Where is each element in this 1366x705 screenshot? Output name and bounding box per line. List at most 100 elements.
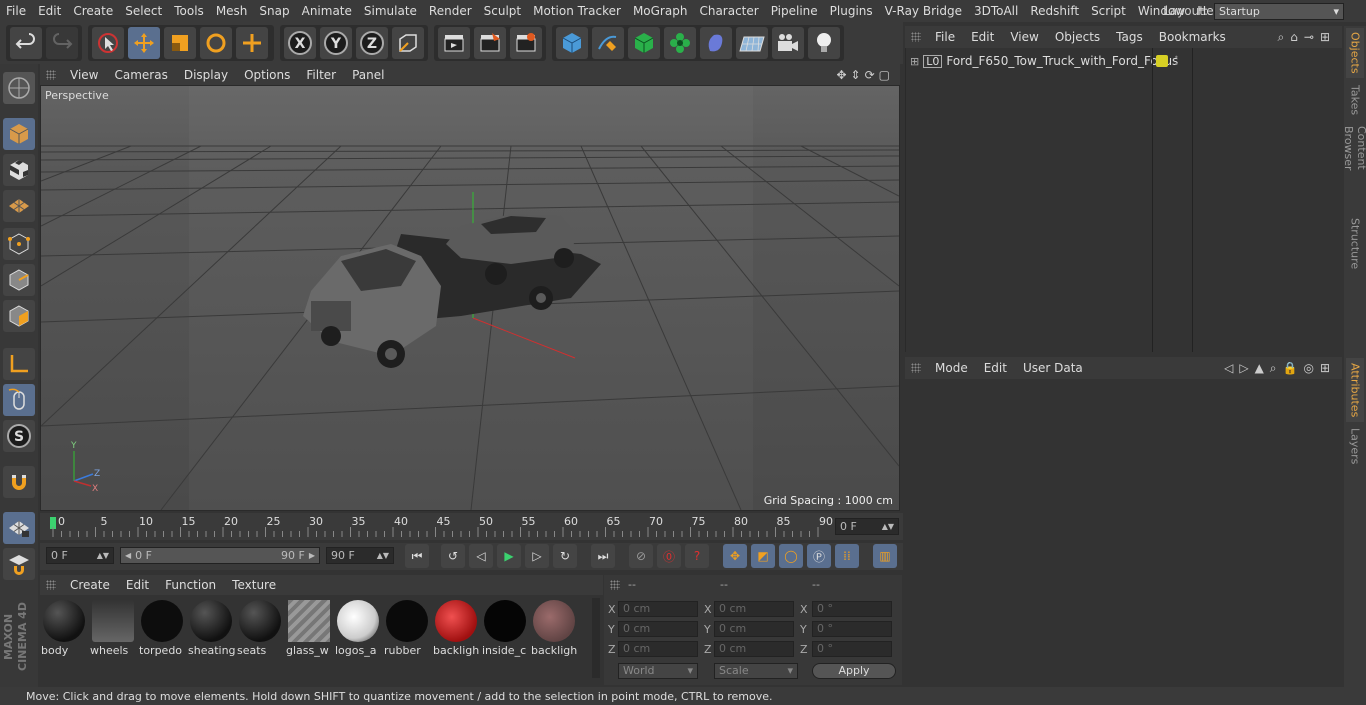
material-menu-edit[interactable]: Edit — [118, 578, 157, 592]
add-camera-button[interactable] — [772, 27, 804, 59]
tab-objects[interactable]: Objects — [1346, 28, 1364, 78]
add-spline-pen-button[interactable] — [592, 27, 624, 59]
menu-render[interactable]: Render — [423, 4, 478, 18]
visibility-dots-icon[interactable]: • • — [1174, 54, 1179, 69]
viewport-menu-cameras[interactable]: Cameras — [106, 68, 175, 82]
menu-select[interactable]: Select — [119, 4, 168, 18]
menu-animate[interactable]: Animate — [296, 4, 358, 18]
object-menu-tags[interactable]: Tags — [1108, 30, 1151, 44]
material-item[interactable]: inside_c — [481, 598, 528, 657]
rotation-p-field[interactable]: 0 ° — [812, 621, 892, 637]
viewport-camera-label[interactable]: Perspective — [45, 89, 109, 102]
expand-plus-icon[interactable]: ⊞ — [910, 55, 919, 68]
redo-button[interactable] — [46, 27, 78, 59]
key-parameter-button[interactable]: Ⓟ — [807, 544, 831, 568]
object-menu-bookmarks[interactable]: Bookmarks — [1151, 30, 1234, 44]
add-light-button[interactable] — [808, 27, 840, 59]
material-menu-texture[interactable]: Texture — [224, 578, 284, 592]
go-to-end-button[interactable]: ⏭ — [591, 544, 615, 568]
snap-button[interactable] — [3, 466, 35, 498]
menu-create[interactable]: Create — [67, 4, 119, 18]
tweak-mode-button[interactable] — [3, 384, 35, 416]
viewport-menu-filter[interactable]: Filter — [298, 68, 344, 82]
material-item[interactable]: backligh — [530, 598, 577, 657]
rotation-b-field[interactable]: 0 ° — [812, 641, 892, 657]
object-menu-file[interactable]: File — [927, 30, 963, 44]
add-subdivision-button[interactable] — [628, 27, 660, 59]
record-keys-button[interactable]: ⊘ — [629, 544, 653, 568]
menu-tools[interactable]: Tools — [168, 4, 210, 18]
timeline-ruler[interactable]: 0 5 10 15 20 25 30 35 40 45 50 55 60 65 70 75 80 85 90 0 F… — [40, 513, 903, 540]
apply-button[interactable]: Apply — [812, 663, 896, 679]
menu-sculpt[interactable]: Sculpt — [478, 4, 527, 18]
go-to-start-button[interactable]: ⏮ — [405, 544, 429, 568]
x-axis-button[interactable]: X — [284, 27, 316, 59]
add-floor-button[interactable] — [736, 27, 768, 59]
add-cube-button[interactable] — [556, 27, 588, 59]
menu-simulate[interactable]: Simulate — [358, 4, 423, 18]
position-y-field[interactable]: 0 cm — [618, 621, 698, 637]
add-cloner-button[interactable] — [664, 27, 696, 59]
render-view-button[interactable] — [438, 27, 470, 59]
material-menu-function[interactable]: Function — [157, 578, 224, 592]
viewport-menu-view[interactable]: View — [62, 68, 106, 82]
axis-mode-button[interactable] — [3, 348, 35, 380]
tab-content-browser[interactable]: Content Browser — [1342, 122, 1366, 210]
end-frame-field[interactable]: 90 F ▲▼ — [326, 547, 394, 564]
panel-grip-icon[interactable] — [911, 32, 921, 42]
object-menu-view[interactable]: View — [1002, 30, 1046, 44]
key-point-level-button[interactable]: ⁞⁞ — [835, 544, 859, 568]
key-position-button[interactable]: ✥ — [723, 544, 747, 568]
attribute-manager-nav-icons[interactable]: ◁▷▲⌕🔒◎⊞ — [1224, 361, 1336, 376]
position-z-field[interactable]: 0 cm — [618, 641, 698, 657]
menu-edit[interactable]: Edit — [32, 4, 67, 18]
model-mode-button[interactable] — [3, 118, 35, 150]
menu-redshift[interactable]: Redshift — [1024, 4, 1085, 18]
menu-vray-bridge[interactable]: V-Ray Bridge — [879, 4, 968, 18]
perspective-viewport[interactable]: Y Z X Perspective Grid Spacing : 1000 cm — [40, 85, 900, 511]
viewport-menu-options[interactable]: Options — [236, 68, 298, 82]
menu-mograph[interactable]: MoGraph — [627, 4, 694, 18]
next-frame-button[interactable]: ▷ — [525, 544, 549, 568]
timeline-window-button[interactable]: ▥ — [873, 544, 897, 568]
panel-grip-icon[interactable] — [46, 69, 56, 80]
autokey-button[interactable]: ⓪ — [657, 544, 681, 568]
start-frame-field[interactable]: 0 F ▲▼ — [46, 547, 114, 564]
render-picture-viewer-button[interactable] — [474, 27, 506, 59]
menu-character[interactable]: Character — [693, 4, 764, 18]
edges-mode-button[interactable] — [3, 264, 35, 296]
material-item[interactable]: logos_a — [334, 598, 381, 657]
object-menu-edit[interactable]: Edit — [963, 30, 1002, 44]
current-frame-field[interactable]: 0 F ▲▼ — [835, 518, 899, 535]
material-item[interactable]: torpedo — [138, 598, 185, 657]
locked-workplane-button[interactable] — [3, 548, 35, 580]
material-item[interactable]: sheating — [187, 598, 235, 657]
workplane-lock-button[interactable] — [3, 512, 35, 544]
z-axis-button[interactable]: Z — [356, 27, 388, 59]
tab-layers[interactable]: Layers — [1346, 426, 1364, 466]
menu-mesh[interactable]: Mesh — [210, 4, 254, 18]
menu-script[interactable]: Script — [1085, 4, 1132, 18]
add-deformer-button[interactable] — [700, 27, 732, 59]
move-tool-button[interactable] — [128, 27, 160, 59]
menu-plugins[interactable]: Plugins — [824, 4, 879, 18]
material-item[interactable]: rubber — [383, 598, 430, 657]
viewport-menu-panel[interactable]: Panel — [344, 68, 392, 82]
position-x-field[interactable]: 0 cm — [618, 601, 698, 617]
size-z-field[interactable]: 0 cm — [714, 641, 794, 657]
tab-structure[interactable]: Structure — [1346, 216, 1364, 272]
size-x-field[interactable]: 0 cm — [714, 601, 794, 617]
menu-snap[interactable]: Snap — [253, 4, 295, 18]
material-item[interactable]: seats — [236, 598, 283, 657]
viewport-menu-display[interactable]: Display — [176, 68, 236, 82]
rotate-tool-button[interactable] — [200, 27, 232, 59]
undo-button[interactable] — [10, 27, 42, 59]
menu-motion-tracker[interactable]: Motion Tracker — [527, 4, 627, 18]
tab-takes[interactable]: Takes — [1346, 80, 1364, 120]
size-mode-dropdown[interactable]: Scale ▾ — [714, 663, 798, 679]
material-item[interactable]: backligh — [432, 598, 479, 657]
object-menu-objects[interactable]: Objects — [1047, 30, 1108, 44]
y-axis-button[interactable]: Y — [320, 27, 352, 59]
tab-attributes[interactable]: Attributes — [1346, 358, 1364, 422]
previous-key-button[interactable]: ↺ — [441, 544, 465, 568]
